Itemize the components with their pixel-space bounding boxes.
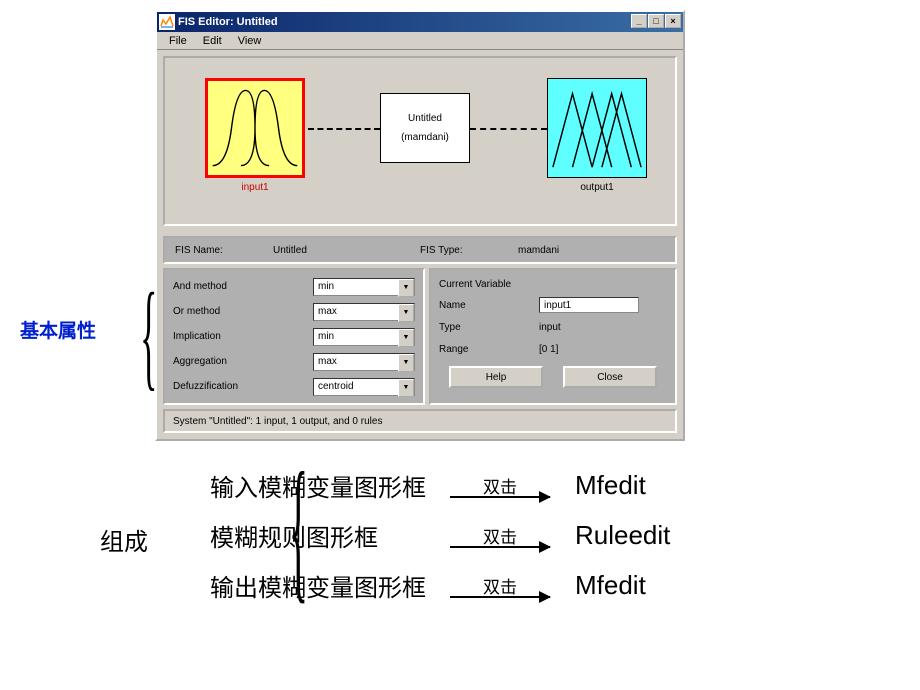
arrow-icon: 双击 [445,473,555,498]
status-bar: System "Untitled": 1 input, 1 output, an… [163,409,677,433]
and-method-label: And method [173,281,313,292]
input-label: input1 [205,182,305,193]
cv-name-input[interactable] [539,297,639,313]
window-title: FIS Editor: Untitled [178,16,681,28]
rule-box-name: Untitled [408,113,442,124]
fis-type-value: mamdani [518,245,665,256]
implication-dropdown[interactable]: min [313,328,415,346]
fis-type-label: FIS Type: [420,245,518,256]
annotation-basic-props: 基本属性 [20,316,96,343]
output-variable-box[interactable] [547,78,647,178]
methods-panel: And methodmin Or methodmax Implicationmi… [163,268,425,405]
menubar: File Edit View [157,32,683,50]
comp-row-rule: 模糊规则图形框 双击 Ruleedit [210,518,670,553]
fis-name-label: FIS Name: [175,245,273,256]
comp-desc: 输入模糊变量图形框 [210,468,445,503]
comp-target: Ruleedit [575,520,670,551]
menu-view[interactable]: View [230,34,270,48]
cv-title: Current Variable [439,274,667,294]
defuzz-label: Defuzzification [173,381,313,392]
and-method-dropdown[interactable]: min [313,278,415,296]
arrow-icon: 双击 [445,523,555,548]
comp-row-input: 输入模糊变量图形框 双击 Mfedit [210,468,646,503]
cv-type-label: Type [439,322,539,333]
close-button[interactable]: × [665,14,681,28]
comp-target: Mfedit [575,570,646,601]
menu-file[interactable]: File [161,34,195,48]
or-method-label: Or method [173,306,313,317]
comp-row-output: 输出模糊变量图形框 双击 Mfedit [210,568,646,603]
composition-label: 组成 [100,522,148,557]
help-button[interactable]: Help [449,366,543,388]
close-panel-button[interactable]: Close [563,366,657,388]
rule-box-type: (mamdani) [401,132,449,143]
fis-info-panel: FIS Name: Untitled FIS Type: mamdani [163,236,677,264]
minimize-button[interactable]: _ [631,14,647,28]
maximize-button[interactable]: □ [648,14,664,28]
comp-desc: 模糊规则图形框 [210,518,445,553]
aggregation-label: Aggregation [173,356,313,367]
output-label: output1 [547,182,647,193]
cv-type-value: input [539,322,561,333]
cv-range-label: Range [439,344,539,355]
aggregation-dropdown[interactable]: max [313,353,415,371]
implication-label: Implication [173,331,313,342]
cv-name-label: Name [439,300,539,311]
arrow-icon: 双击 [445,573,555,598]
comp-target: Mfedit [575,470,646,501]
diagram-area: input1 Untitled (mamdani) output1 [157,50,683,232]
input-variable-box[interactable] [205,78,305,178]
diagram-panel: input1 Untitled (mamdani) output1 [163,56,677,226]
fis-editor-window: FIS Editor: Untitled _ □ × File Edit Vie… [155,10,685,441]
cv-range-value: [0 1] [539,344,558,355]
rule-box[interactable]: Untitled (mamdani) [380,93,470,163]
comp-desc: 输出模糊变量图形框 [210,568,445,603]
titlebar[interactable]: FIS Editor: Untitled _ □ × [157,12,683,32]
defuzz-dropdown[interactable]: centroid [313,378,415,396]
app-icon [159,14,175,30]
current-variable-panel: Current Variable Name Typeinput Range[0 … [429,268,677,405]
or-method-dropdown[interactable]: max [313,303,415,321]
fis-name-value: Untitled [273,245,420,256]
connector-line [308,128,380,130]
connector-line [470,128,547,130]
menu-edit[interactable]: Edit [195,34,230,48]
